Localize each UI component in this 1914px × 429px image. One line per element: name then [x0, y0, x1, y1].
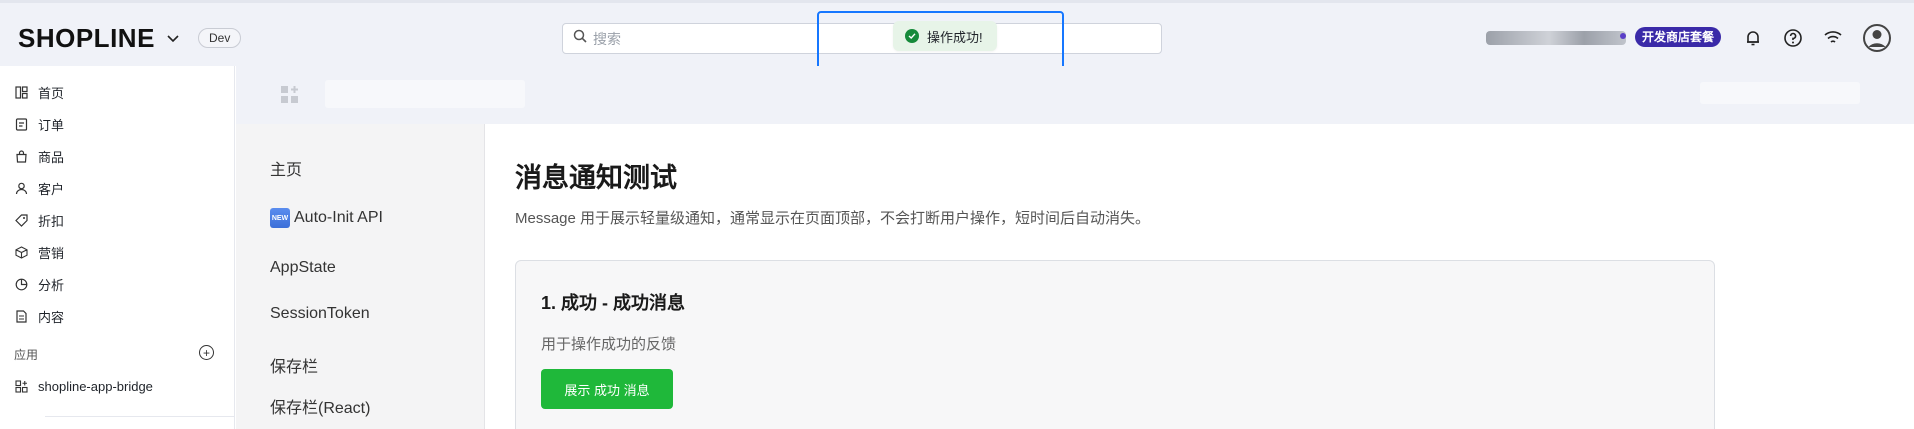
sidebar-item-label: 客户	[38, 181, 65, 197]
app-nav-save-bar[interactable]: 保存栏	[270, 353, 318, 377]
app-grid-icon	[280, 85, 300, 105]
sidebar-item-home[interactable]: 首页	[14, 81, 64, 103]
app-nav-appstate[interactable]: AppState	[270, 259, 336, 277]
shopline-logo[interactable]: SHOPLINE	[18, 23, 179, 54]
sidebar-item-label: 订单	[38, 117, 65, 133]
sidebar-item-label: 内容	[38, 309, 65, 325]
person-icon	[14, 181, 28, 195]
plan-dot	[1620, 33, 1626, 39]
app-inner-nav: 主页 NEW Auto-Init API AppState SessionTok…	[236, 124, 485, 429]
sidebar-item-label: 分析	[38, 277, 65, 293]
divider	[45, 416, 235, 417]
chevron-down-icon[interactable]	[167, 34, 179, 43]
sidebar-item-app-bridge[interactable]: shopline-app-bridge	[14, 375, 153, 397]
card-description: 用于操作成功的反馈	[541, 336, 677, 353]
sidebar-item-label: 折扣	[38, 213, 65, 229]
app-nav-label: 保存栏(React)	[270, 400, 371, 417]
help-icon[interactable]	[1782, 27, 1804, 49]
developer-info-redacted	[1700, 82, 1860, 104]
app-nav-label: AppState	[270, 259, 336, 276]
app-nav-save-bar-react[interactable]: 保存栏(React)	[270, 394, 370, 418]
sidebar-item-label: 商品	[38, 149, 65, 165]
sidebar-item-label: shopline-app-bridge	[38, 378, 153, 394]
app-nav-label: Auto-Init API	[294, 209, 383, 226]
user-avatar-icon[interactable]	[1862, 23, 1892, 53]
home-icon	[14, 85, 28, 99]
app-nav-sessiontoken[interactable]: SessionToken	[270, 305, 370, 323]
pie-icon	[14, 277, 28, 291]
card-title: 1. 成功 - 成功消息	[541, 293, 686, 313]
env-badge: Dev	[198, 28, 242, 48]
tag-icon	[14, 213, 28, 227]
bag-icon	[14, 149, 28, 163]
sidebar-item-customers[interactable]: 客户	[14, 177, 64, 199]
search-icon	[573, 29, 587, 48]
apps-section-label: 应用	[14, 348, 39, 362]
app-nav-auto-init-api[interactable]: NEW Auto-Init API	[270, 208, 383, 228]
cube-icon	[14, 245, 28, 259]
document-icon	[14, 309, 28, 323]
show-success-message-button[interactable]: 展示 成功 消息	[541, 369, 673, 409]
sidebar-item-marketing[interactable]: 营销	[14, 241, 64, 263]
wifi-icon[interactable]	[1822, 27, 1844, 49]
sidebar-item-label: 营销	[38, 245, 65, 261]
success-message-card: 1. 成功 - 成功消息 用于操作成功的反馈 展示 成功 消息	[515, 260, 1715, 429]
sidebar: 首页 订单 商品 客户 折扣 营销 分析 内容 应用 + shopline-ap…	[0, 66, 235, 429]
sidebar-item-products[interactable]: 商品	[14, 145, 64, 167]
store-name-redacted[interactable]	[1486, 31, 1626, 45]
app-name-redacted	[325, 80, 525, 108]
new-badge-icon: NEW	[270, 208, 290, 228]
sidebar-item-label: 首页	[38, 85, 65, 101]
logo-text: SHOPLINE	[18, 23, 155, 53]
page-description: Message 用于展示轻量级通知，通常显示在页面顶部，不会打断用户操作，短时间…	[515, 210, 1151, 227]
sidebar-item-analytics[interactable]: 分析	[14, 273, 64, 295]
add-app-icon[interactable]: +	[199, 345, 214, 360]
app-nav-label: SessionToken	[270, 305, 370, 322]
orders-icon	[14, 117, 28, 131]
success-toast: 操作成功!	[893, 21, 997, 51]
page-title: 消息通知测试	[515, 163, 677, 193]
sidebar-item-content[interactable]: 内容	[14, 305, 64, 327]
search-placeholder: 搜索	[593, 30, 621, 47]
sidebar-item-orders[interactable]: 订单	[14, 113, 64, 135]
app-nav-home[interactable]: 主页	[270, 156, 302, 180]
app-grid-icon	[14, 379, 28, 393]
check-circle-icon	[905, 29, 919, 43]
sidebar-item-discounts[interactable]: 折扣	[14, 209, 64, 231]
plan-badge[interactable]: 开发商店套餐	[1635, 27, 1722, 47]
app-nav-label: 主页	[270, 162, 303, 179]
bell-icon[interactable]	[1742, 27, 1764, 49]
toast-message: 操作成功!	[927, 29, 983, 45]
app-nav-label: 保存栏	[270, 359, 319, 376]
